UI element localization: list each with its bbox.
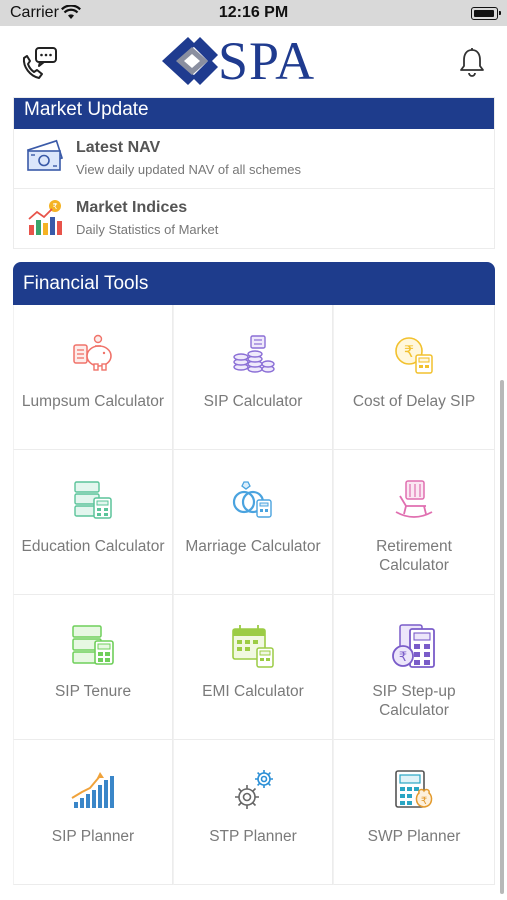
app-header: SPA [0,26,507,96]
rupee-calculator-icon: ₹ [334,768,494,812]
battery-icon [471,7,501,20]
svg-text:₹: ₹ [399,650,407,665]
tool-education-calculator[interactable]: Education Calculator [13,450,173,595]
education-icon [14,478,172,522]
tool-sip-calculator[interactable]: SIP Calculator [173,305,333,450]
bell-icon[interactable] [459,47,485,82]
tool-label: STP Planner [209,828,297,845]
phone-chat-icon[interactable] [20,45,58,86]
coins-stack-icon [174,333,332,377]
tool-retirement-calculator[interactable]: Retirement Calculator [333,450,495,595]
tool-lumpsum-calculator[interactable]: Lumpsum Calculator [13,305,173,450]
spa-logo: SPA [158,31,353,91]
tool-label: Cost of Delay SIP [352,393,476,410]
tenure-icon [14,623,172,667]
scrollbar[interactable] [500,380,504,894]
financial-tools-card: Financial Tools Lumpsum Calculator SIP C… [13,262,495,889]
tool-label: SWP Planner [367,828,461,845]
tool-label: Retirement Calculator [376,538,452,574]
list-item-latest-nav[interactable]: Latest NAV View daily updated NAV of all… [14,129,494,189]
tool-label: SIP Step-up Calculator [372,683,456,719]
stepup-calculator-icon: ₹ [334,623,494,668]
tool-label: SIP Tenure [54,683,132,700]
tool-label: SIP Calculator [203,393,303,410]
tool-swp-planner[interactable]: ₹ SWP Planner [333,740,495,885]
tool-stp-planner[interactable]: STP Planner [173,740,333,885]
tool-cost-of-delay-sip[interactable]: ₹ Cost of Delay SIP [333,305,495,450]
money-notes-icon [26,139,64,180]
tool-sip-step-up-calculator[interactable]: ₹ SIP Step-up Calculator [333,595,495,740]
growth-chart-icon [14,768,172,812]
tools-grid: Lumpsum Calculator SIP Calculator ₹ Cost… [13,305,495,885]
list-item-subtitle: View daily updated NAV of all schemes [76,162,301,177]
tool-label: SIP Planner [51,828,135,845]
list-item-subtitle: Daily Statistics of Market [76,222,219,237]
piggy-bank-icon [14,333,172,377]
svg-text:₹: ₹ [421,796,427,807]
list-item-market-indices[interactable]: ₹ Market Indices Daily Statistics of Mar… [14,189,494,249]
chart-bars-icon: ₹ [26,199,64,242]
tool-label: Education Calculator [21,538,165,555]
list-item-title: Market Indices [76,199,188,216]
list-item-title: Latest NAV [76,139,161,156]
calendar-calc-icon [174,623,332,668]
status-bar: Carrier 12:16 PM [0,0,507,26]
svg-text:₹: ₹ [52,202,57,211]
financial-tools-header: Financial Tools [13,262,495,305]
rings-icon [174,478,332,522]
tool-sip-tenure[interactable]: SIP Tenure [13,595,173,740]
market-update-header: Market Update [14,98,494,129]
market-update-card: Market Update Latest NAV View daily upda… [13,97,495,249]
tool-marriage-calculator[interactable]: Marriage Calculator [173,450,333,595]
gears-icon [174,768,332,812]
tool-label: Marriage Calculator [185,538,321,555]
tool-emi-calculator[interactable]: EMI Calculator [173,595,333,740]
tool-label: EMI Calculator [202,683,304,700]
svg-text:₹: ₹ [404,342,414,361]
tool-label: Lumpsum Calculator [21,393,165,410]
tool-sip-planner[interactable]: SIP Planner [13,740,173,885]
logo-text: SPA [218,31,316,91]
rocking-chair-icon [334,478,494,522]
clock: 12:16 PM [218,4,289,21]
rupee-clock-icon: ₹ [334,333,494,377]
